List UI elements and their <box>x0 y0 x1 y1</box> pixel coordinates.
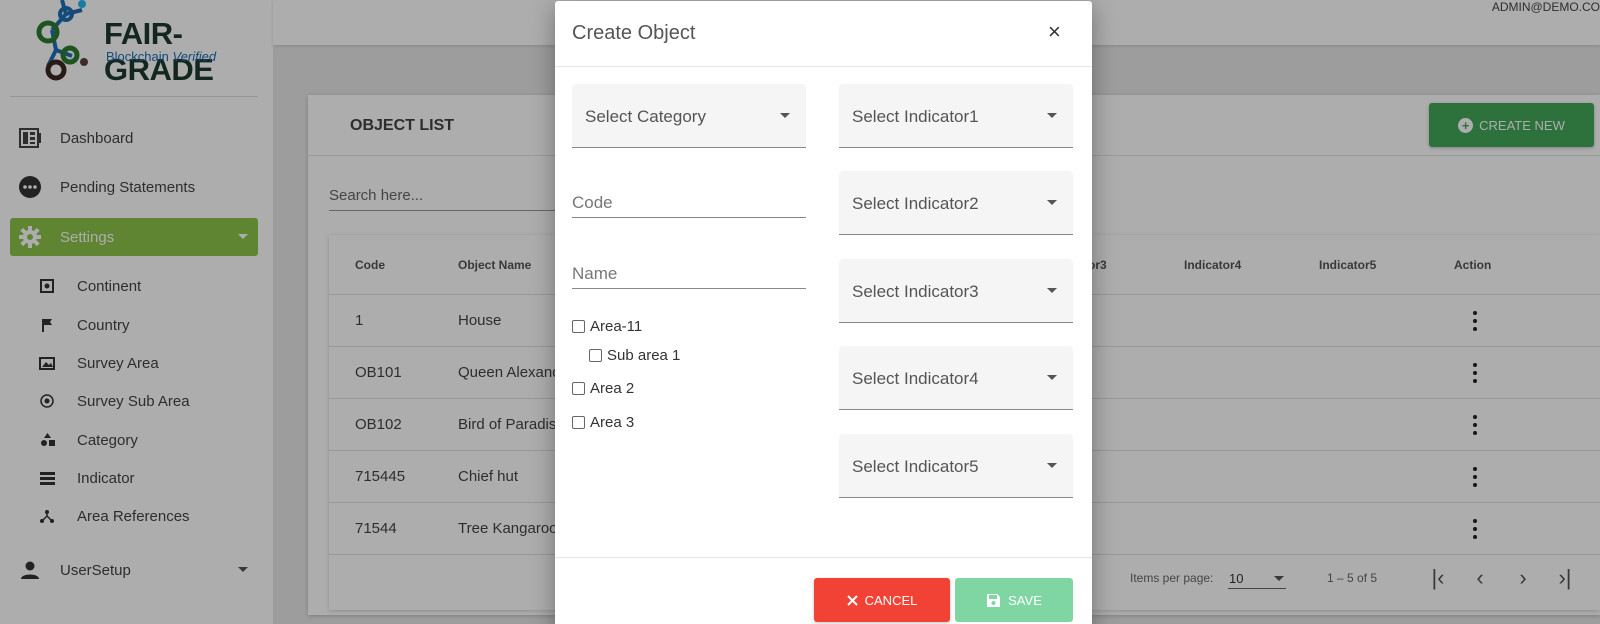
chevron-down-icon <box>1047 375 1057 380</box>
chevron-down-icon <box>1047 463 1057 468</box>
indicator-select-placeholder: Select Indicator5 <box>852 457 979 476</box>
area-label: Area 3 <box>590 414 635 431</box>
area-checkbox[interactable]: Area 2 <box>572 380 634 397</box>
divider <box>555 557 1092 558</box>
checkbox[interactable] <box>572 382 585 395</box>
indicator3-select[interactable]: Select Indicator3 <box>839 259 1073 323</box>
area-checkbox[interactable]: Sub area 1 <box>589 347 680 364</box>
indicator2-select[interactable]: Select Indicator2 <box>839 171 1073 235</box>
chevron-down-icon <box>1047 288 1057 293</box>
indicator-select-placeholder: Select Indicator1 <box>852 107 979 126</box>
create-object-dialog: Create Object × Select Category Code Nam… <box>555 1 1092 624</box>
chevron-down-icon <box>1047 200 1057 205</box>
dialog-title: Create Object <box>572 22 696 44</box>
category-select-placeholder: Select Category <box>585 107 706 126</box>
chevron-down-icon <box>780 113 790 118</box>
divider <box>555 66 1092 67</box>
name-field[interactable]: Name <box>572 259 806 289</box>
indicator4-select[interactable]: Select Indicator4 <box>839 346 1073 410</box>
checkbox[interactable] <box>572 320 585 333</box>
code-field-placeholder: Code <box>572 193 613 212</box>
cancel-button[interactable]: CANCEL <box>814 578 950 622</box>
indicator-select-placeholder: Select Indicator3 <box>852 282 979 301</box>
save-button[interactable]: SAVE <box>955 578 1073 622</box>
area-label: Area 2 <box>590 380 635 397</box>
name-field-placeholder: Name <box>572 264 618 283</box>
category-select[interactable]: Select Category <box>572 84 806 148</box>
indicator-select-placeholder: Select Indicator2 <box>852 194 979 213</box>
close-icon <box>846 594 858 606</box>
area-label: Area-11 <box>590 318 643 335</box>
indicator5-select[interactable]: Select Indicator5 <box>839 434 1073 498</box>
checkbox[interactable] <box>572 416 585 429</box>
code-field[interactable]: Code <box>572 188 806 218</box>
cancel-label: CANCEL <box>864 592 918 608</box>
area-label: Sub area 1 <box>607 347 681 364</box>
close-icon[interactable]: × <box>1048 20 1061 44</box>
area-checkbox[interactable]: Area 3 <box>572 414 634 431</box>
area-checkbox[interactable]: Area-11 <box>572 318 642 335</box>
checkbox[interactable] <box>589 349 602 362</box>
indicator1-select[interactable]: Select Indicator1 <box>839 84 1073 148</box>
save-icon <box>987 593 1001 607</box>
indicator-select-placeholder: Select Indicator4 <box>852 369 979 388</box>
save-label: SAVE <box>1008 592 1042 608</box>
chevron-down-icon <box>1047 113 1057 118</box>
